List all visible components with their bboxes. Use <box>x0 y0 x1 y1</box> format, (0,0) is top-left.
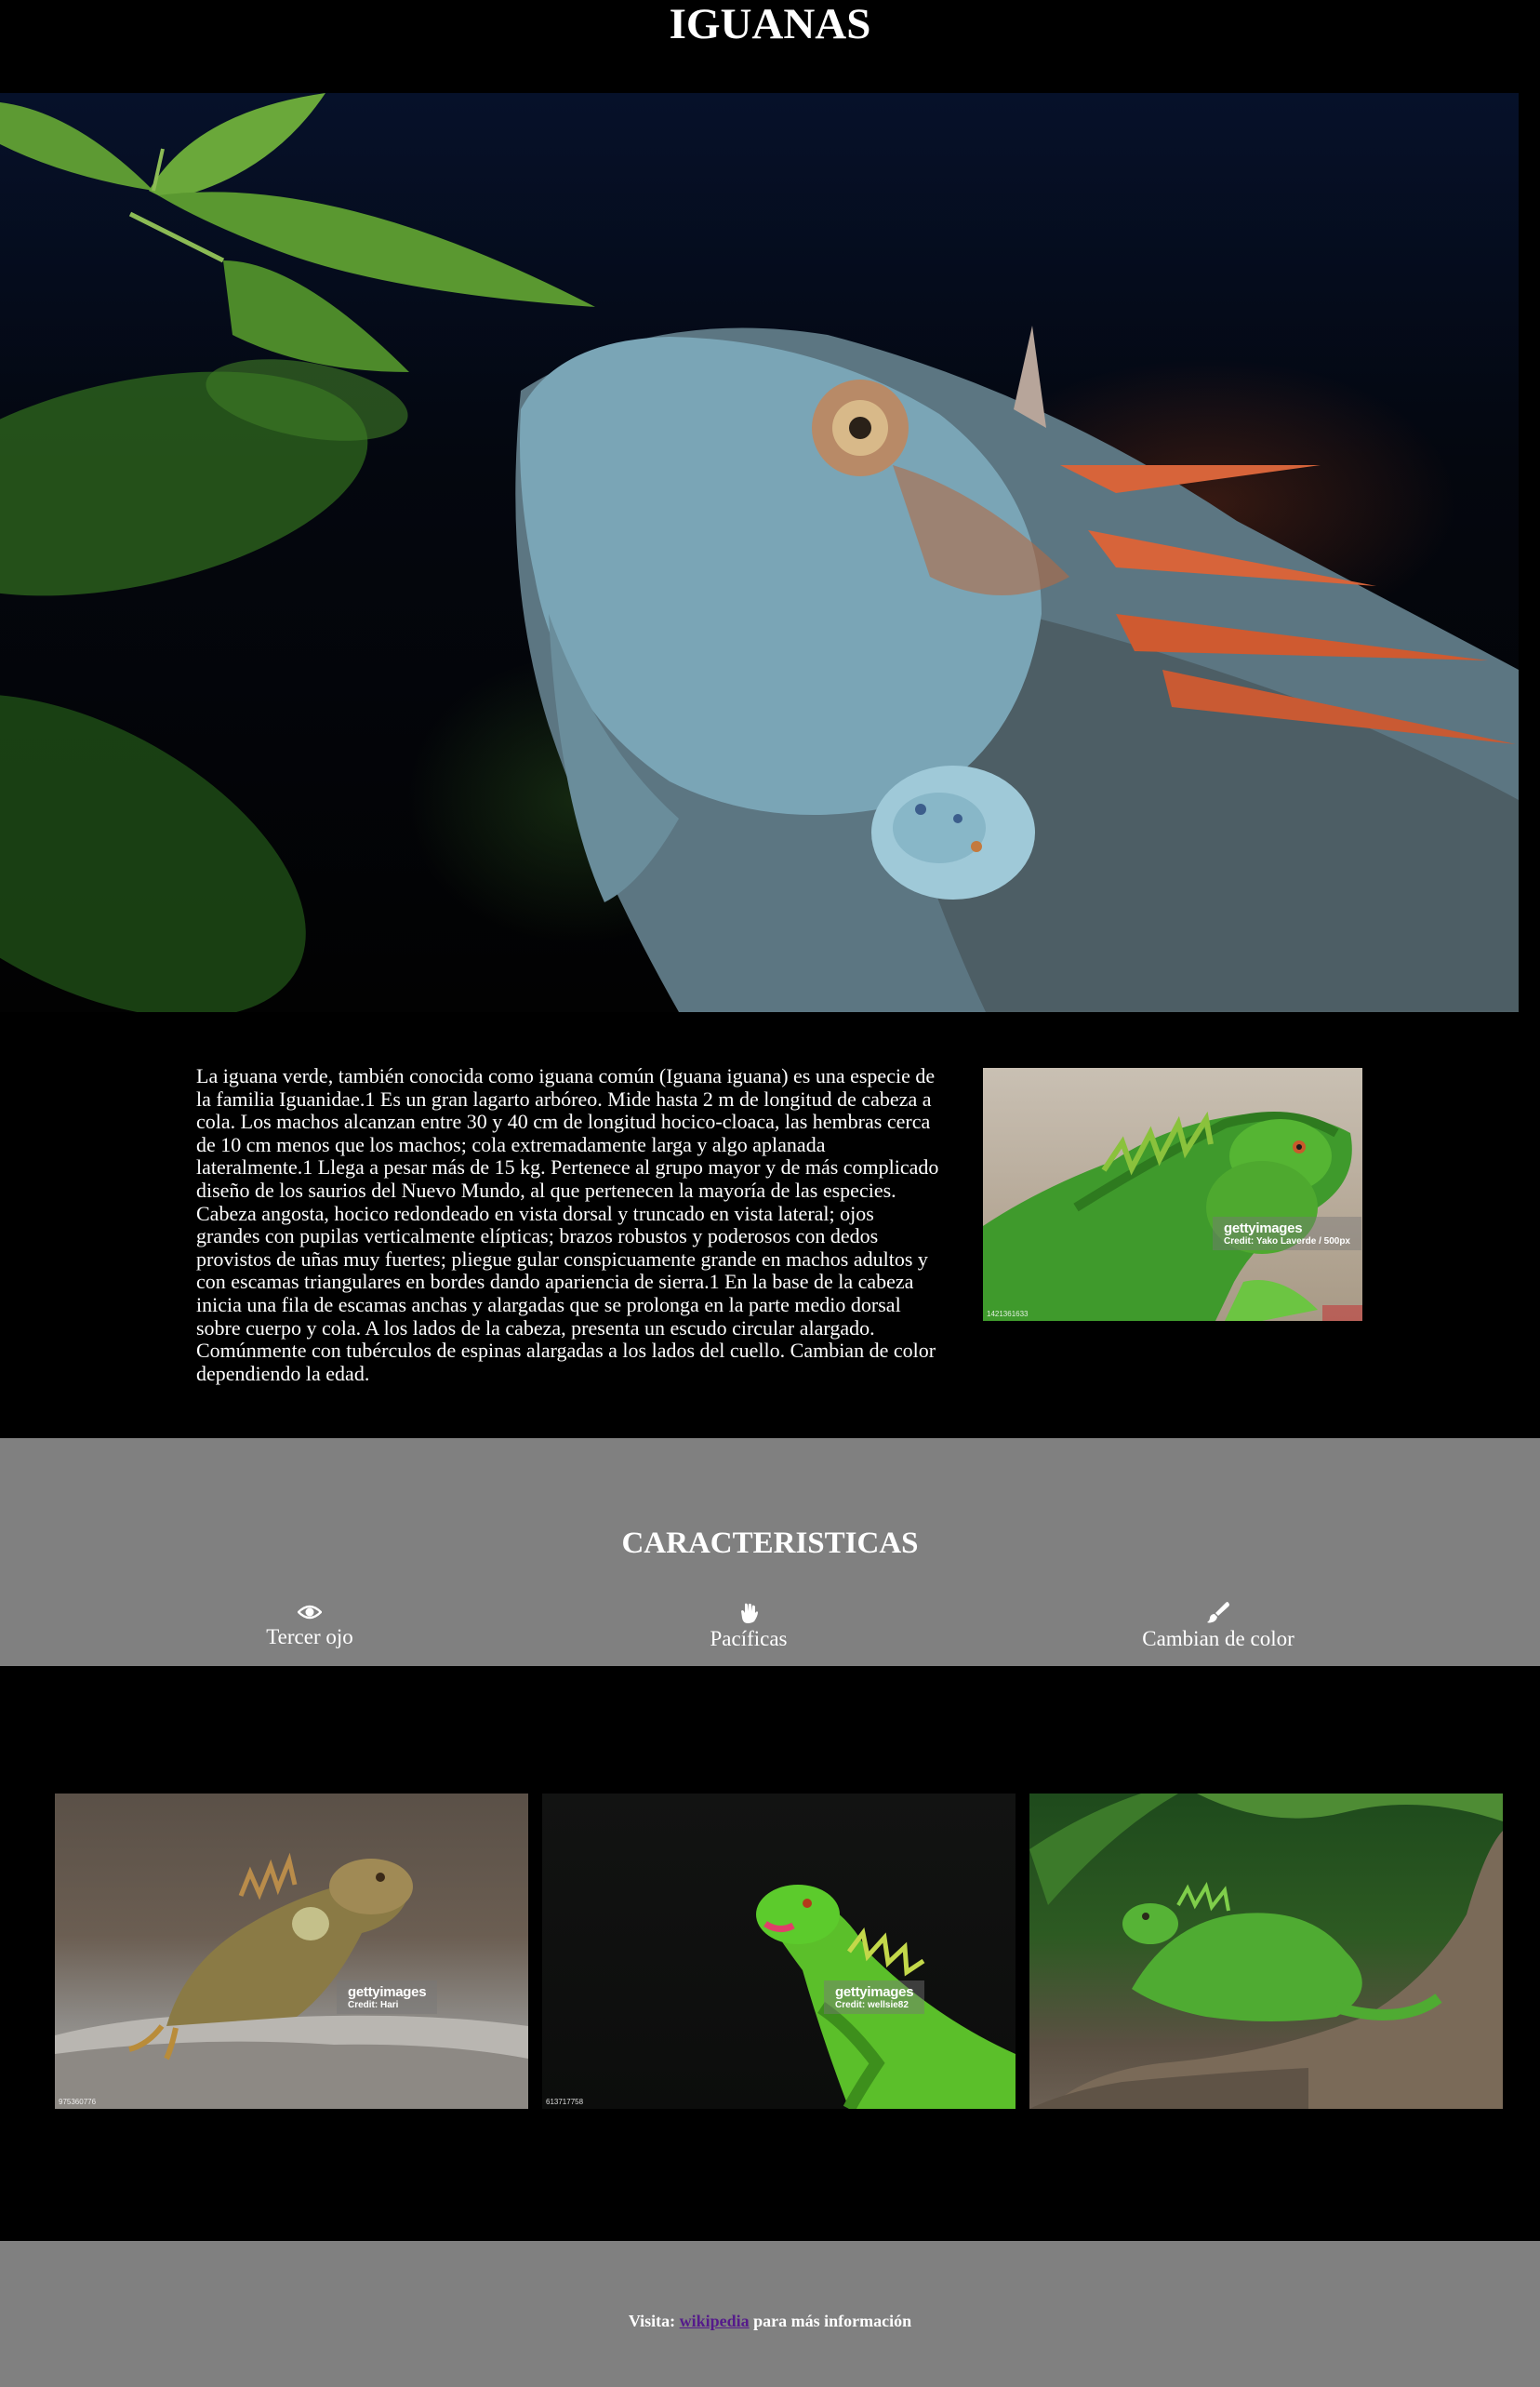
footer-prefix: Visita: <box>628 2312 676 2330</box>
watermark-credit: Credit: Yako Laverde / 500px <box>1224 1236 1350 1247</box>
footer-text: Visita: wikipedia para más información <box>0 2311 1540 2331</box>
watermark-brand: gettyimages <box>348 1984 427 2000</box>
watermark: gettyimages Credit: Yako Laverde / 500px <box>1213 1217 1361 1250</box>
gallery-photo: gettyimages Credit: wellsie82 613717758 <box>542 1794 1016 2109</box>
feature-label: Tercer ojo <box>266 1625 353 1648</box>
intro-iguana-photo: gettyimages Credit: Yako Laverde / 500px… <box>983 1068 1362 1321</box>
watermark: gettyimages Credit: wellsie82 <box>824 1980 925 2014</box>
gallery-photo <box>1029 1794 1503 2109</box>
gallery-photo: gettyimages Credit: Hari 975360776 <box>55 1794 528 2109</box>
watermark-brand: gettyimages <box>835 1984 914 2000</box>
watermark-credit: Credit: wellsie82 <box>835 2000 909 2010</box>
gallery-iguana-illustration <box>1029 1794 1503 2109</box>
features-section: CARACTERISTICAS Tercer ojo Pacíficas Cam… <box>0 1438 1540 1666</box>
image-id: 975360776 <box>59 2098 97 2106</box>
gallery-iguana-illustration <box>756 1885 1016 2109</box>
page: IGUANAS La iguana verde, también conocid… <box>0 0 1540 2387</box>
hero-image <box>0 93 1519 1012</box>
footer-suffix: para más información <box>753 2312 912 2330</box>
image-id: 613717758 <box>546 2098 584 2106</box>
feature-label: Cambian de color <box>1142 1627 1294 1650</box>
hero-iguana-illustration <box>0 93 1519 1012</box>
eye-icon <box>298 1605 322 1620</box>
features-title: CARACTERISTICAS <box>621 1527 919 1560</box>
intro-iguana-illustration <box>983 1111 1362 1321</box>
paintbrush-icon <box>1207 1602 1229 1623</box>
image-id: 1421361633 <box>987 1310 1029 1318</box>
feature-item-tercer-ojo: Tercer ojo <box>170 1602 449 1650</box>
footer: Visita: wikipedia para más información <box>0 2241 1540 2387</box>
watermark-brand: gettyimages <box>1224 1220 1303 1236</box>
watermark: gettyimages Credit: Hari <box>337 1980 438 2014</box>
page-title: IGUANAS <box>669 0 871 48</box>
feature-item-pacificas: Pacíficas <box>609 1602 888 1652</box>
watermark-credit: Credit: Hari <box>348 2000 399 2010</box>
wikipedia-link[interactable]: wikipedia <box>680 2312 750 2330</box>
feature-item-cambian-de-color: Cambian de color <box>1079 1602 1358 1652</box>
hand-icon <box>741 1603 758 1623</box>
gallery-iguana-illustration <box>55 1852 528 2109</box>
intro-paragraph: La iguana verde, también conocida como i… <box>196 1064 939 1385</box>
feature-label: Pacíficas <box>710 1627 788 1650</box>
